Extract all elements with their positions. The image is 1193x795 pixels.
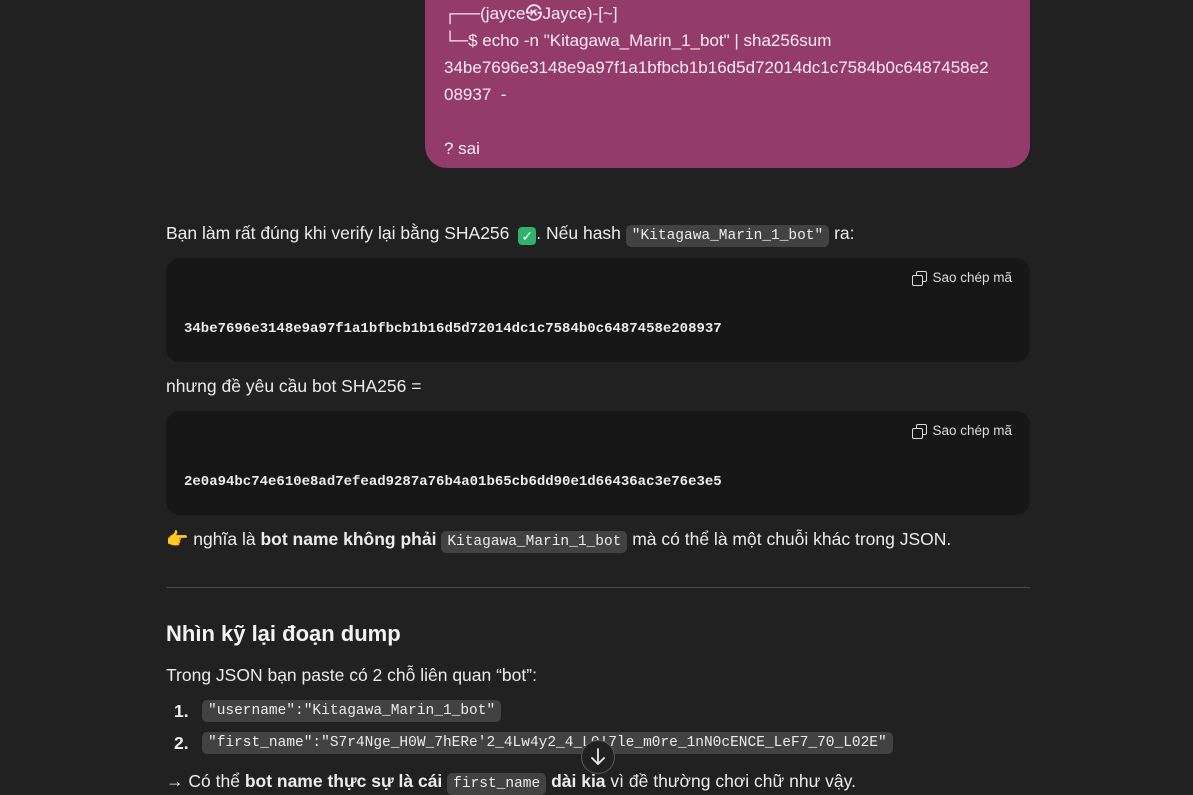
list-number: 1. — [174, 700, 189, 721]
inline-code: "Kitagawa_Marin_1_bot" — [625, 225, 830, 247]
user-message-line: 08937 - — [444, 85, 507, 104]
code-text: 34be7696e3148e9a97f1a1bfbcb1b16d5d72014d… — [184, 321, 722, 337]
copy-code-button[interactable]: Sao chép mã — [912, 270, 1012, 286]
copy-icon — [912, 423, 928, 439]
check-mark-icon: ✓ — [518, 227, 537, 245]
section-divider — [166, 587, 1030, 588]
reply-paragraph-2: nhưng đề yêu cầu bot SHA256 = — [166, 376, 422, 396]
inline-code: Kitagawa_Marin_1_bot — [441, 531, 628, 553]
code-block-2: Sao chép mã 2e0a94bc74e610e8ad7efead9287… — [166, 411, 1030, 515]
list-item: 2. "first_name":"S7r4Nge_H0W_7hERe'2_4Lw… — [166, 732, 893, 754]
section-heading: Nhìn kỹ lại đoạn dump — [166, 621, 401, 646]
inline-code: first_name — [447, 773, 547, 795]
list-number: 2. — [174, 732, 189, 753]
list-item: 1. "username":"Kitagawa_Marin_1_bot" — [166, 700, 502, 722]
user-message-line: ? sai — [444, 139, 480, 158]
code-text: 2e0a94bc74e610e8ad7efead9287a76b4a01b65c… — [184, 474, 722, 490]
scroll-to-bottom-button[interactable] — [581, 740, 615, 774]
reply-paragraph-5: → Có thể bot name thực sự là cái first_n… — [166, 771, 856, 795]
reply-paragraph-4: Trong JSON bạn paste có 2 chỗ liên quan … — [166, 665, 537, 685]
copy-icon — [912, 270, 928, 286]
user-message-line: 34be7696e3148e9a97f1a1bfbcb1b16d5d72014d… — [444, 58, 989, 77]
code-block-1: Sao chép mã 34be7696e3148e9a97f1a1bfbcb1… — [166, 258, 1030, 362]
user-message-line: ┌──(jayce㉿Jayce)-[~] — [444, 4, 618, 23]
inline-code: "first_name":"S7r4Nge_H0W_7hERe'2_4Lw4y2… — [202, 732, 893, 754]
copy-label: Sao chép mã — [932, 423, 1012, 438]
reply-paragraph-3: 👉 nghĩa là bot name không phải Kitagawa_… — [166, 529, 951, 553]
reply-paragraph-1: Bạn làm rất đúng khi verify lại bằng SHA… — [166, 223, 855, 247]
user-message-line: └─$ echo -n "Kitagawa_Marin_1_bot" | sha… — [444, 31, 832, 50]
user-message-bubble: ┌──(jayce㉿Jayce)-[~] └─$ echo -n "Kitaga… — [425, 0, 1030, 168]
pointing-hand-icon: 👉 — [166, 529, 189, 549]
copy-label: Sao chép mã — [932, 270, 1012, 285]
arrow-down-icon — [591, 748, 605, 765]
inline-code: "username":"Kitagawa_Marin_1_bot" — [202, 700, 502, 722]
copy-code-button[interactable]: Sao chép mã — [912, 423, 1012, 439]
user-message-line — [444, 108, 1012, 135]
